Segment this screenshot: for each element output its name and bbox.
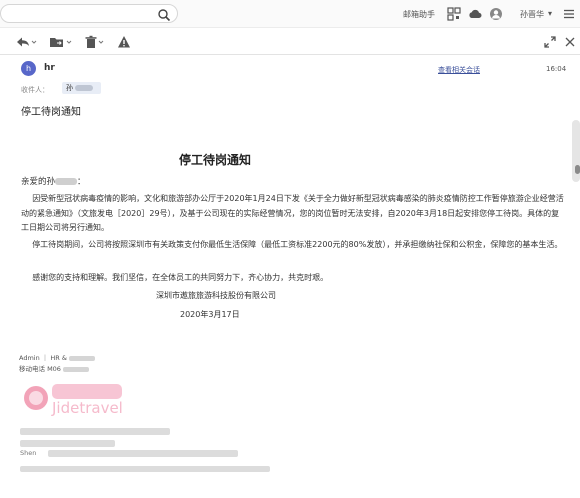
paragraph-benefits: 停工待岗期间，公司将按照深圳市有关政策支付你最低生活保障（最低工资标准2200元… <box>32 240 563 249</box>
message-toolbar <box>0 28 580 55</box>
message-subject: 停工待岗通知 <box>21 107 81 118</box>
move-folder-icon <box>50 37 72 47</box>
expand-icon <box>544 35 556 48</box>
logo-text: Jidetravel <box>51 399 123 417</box>
recipient-name: 孙 <box>66 84 73 92</box>
view-conversation-link[interactable]: 查看相关会话 <box>438 65 480 75</box>
paragraph-thanks: 感谢您的支持和理解。我们坚信，在全体员工的共同努力下，齐心协力，共克时艰。 <box>32 273 329 282</box>
greeting: 亲爱的孙 ： <box>21 175 86 187</box>
expand-button[interactable] <box>544 34 556 49</box>
delete-button[interactable] <box>84 34 106 49</box>
paragraph-notice: 因受新型冠状病毒疫情的影响，文化和旅游部办公厅于2020年1月24日下发《关于全… <box>21 194 564 232</box>
redacted-text <box>68 355 95 361</box>
close-button[interactable] <box>564 34 576 49</box>
signature-phone-text: 移动电话 M06 <box>19 365 61 373</box>
letter-title: 停工待岗通知 <box>178 153 251 167</box>
top-bar: 邮箱助手 孙晋华 ▾ <box>0 0 580 28</box>
redacted-text <box>20 440 115 447</box>
redacted-text <box>55 178 78 185</box>
search-icon[interactable] <box>157 7 171 22</box>
message-time: 16:04 <box>546 65 567 73</box>
signature-title-text: Admin ｜ HR & <box>19 354 67 362</box>
redacted-text <box>63 366 90 372</box>
chevron-down-icon[interactable]: ▾ <box>548 9 552 18</box>
address-fragment: Shen <box>20 449 37 457</box>
scrollbar-handle[interactable] <box>575 165 580 174</box>
search-input[interactable] <box>0 4 178 23</box>
trash-icon <box>85 35 104 48</box>
qr-code-icon[interactable] <box>447 6 461 21</box>
redacted-text <box>75 85 93 91</box>
menu-icon[interactable] <box>562 6 576 20</box>
close-icon <box>565 37 575 46</box>
greeting-suffix: ： <box>77 177 86 187</box>
sender-name[interactable]: hr <box>44 63 55 73</box>
recipient-chip[interactable]: 孙 <box>62 82 101 94</box>
greeting-prefix: 亲爱的孙 <box>21 177 56 187</box>
signature-title: Admin ｜ HR & <box>19 352 95 362</box>
redacted-text <box>20 466 270 472</box>
company-logo: Jidetravel <box>22 380 142 420</box>
warning-icon <box>118 35 130 47</box>
signature-date: 2020年3月17日 <box>180 310 240 319</box>
user-name[interactable]: 孙晋华 <box>520 9 544 20</box>
signature-phone: 移动电话 M06 <box>19 363 90 373</box>
reply-icon <box>17 37 37 46</box>
user-avatar-icon[interactable] <box>489 6 503 20</box>
move-button[interactable] <box>49 34 73 49</box>
signature-company: 深圳市遨旅旅游科技股份有限公司 <box>156 291 276 300</box>
sender-avatar: h <box>21 61 36 76</box>
redacted-text <box>20 428 170 435</box>
report-button[interactable] <box>117 34 131 49</box>
redacted-text <box>48 450 238 457</box>
recipient-label: 收件人： <box>21 86 49 94</box>
mail-assistant-link[interactable]: 邮箱助手 <box>403 9 435 20</box>
reply-button[interactable] <box>15 34 37 49</box>
cloud-icon[interactable] <box>468 6 482 20</box>
